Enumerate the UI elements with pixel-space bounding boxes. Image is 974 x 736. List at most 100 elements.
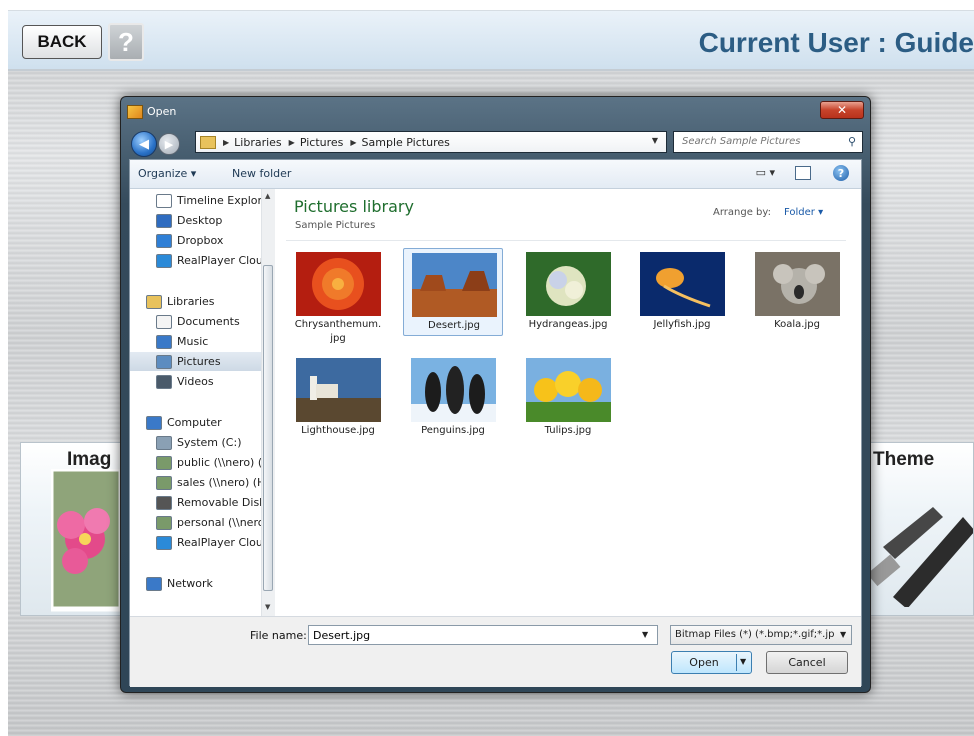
chevron-down-icon[interactable]: ▼ xyxy=(642,630,648,639)
new-folder-button[interactable]: New folder xyxy=(232,167,291,180)
nav-item-label: Documents xyxy=(177,315,240,328)
theme-card[interactable]: Theme xyxy=(862,442,974,616)
file-name-input[interactable] xyxy=(308,625,658,645)
file-item[interactable]: Chrysanthemum. jpg xyxy=(288,248,388,344)
network-drive-icon xyxy=(156,475,172,490)
file-item[interactable]: Desert.jpg xyxy=(403,248,503,336)
chevron-down-icon[interactable]: ▼ xyxy=(740,657,746,666)
breadcrumb-pictures[interactable]: Pictures xyxy=(300,136,344,149)
nav-item[interactable]: Timeline Explore xyxy=(130,191,274,210)
scroll-up-icon[interactable]: ▲ xyxy=(265,192,270,200)
nav-item[interactable]: personal (\\nero xyxy=(130,513,274,532)
scroll-thumb[interactable] xyxy=(263,265,273,591)
help-button[interactable]: ? xyxy=(108,23,144,61)
nav-item[interactable]: Desktop xyxy=(130,211,274,230)
cancel-button[interactable]: Cancel xyxy=(766,651,848,674)
document-icon xyxy=(156,193,172,208)
breadcrumb-chevron-icon: ▶ xyxy=(288,137,295,147)
file-item[interactable]: Penguins.jpg xyxy=(403,354,503,442)
organize-button[interactable]: Organize ▾ xyxy=(138,167,196,180)
file-thumbnail xyxy=(526,358,611,422)
desktop-icon xyxy=(156,213,172,228)
file-item[interactable]: Koala.jpg xyxy=(747,248,847,336)
nav-item[interactable]: sales (\\nero) (H xyxy=(130,473,274,492)
theme-card-label: Theme xyxy=(873,449,935,470)
image-card-label: Imag xyxy=(67,449,112,470)
nav-item[interactable]: Videos xyxy=(130,372,274,391)
pictures-icon xyxy=(156,354,172,369)
split-divider xyxy=(736,654,737,671)
image-card[interactable]: Imag xyxy=(20,442,130,616)
nav-item[interactable]: Documents xyxy=(130,312,274,331)
content-divider xyxy=(286,240,846,241)
chevron-down-icon[interactable]: ▼ xyxy=(652,136,658,145)
nav-item[interactable]: Computer xyxy=(130,413,274,432)
nav-item[interactable]: Network xyxy=(130,574,274,593)
scroll-down-icon[interactable]: ▼ xyxy=(265,603,270,611)
search-icon[interactable]: ⚲ xyxy=(848,135,856,148)
file-name: Desert.jpg xyxy=(428,320,480,331)
nav-item[interactable]: RealPlayer Cloud xyxy=(130,533,274,552)
open-button-label: Open xyxy=(689,656,719,669)
back-arrow-icon[interactable]: ◀ xyxy=(131,131,157,157)
file-name: Jellyfish.jpg xyxy=(653,319,711,330)
videos-icon xyxy=(156,374,172,389)
realplayer-icon xyxy=(156,535,172,550)
nav-item-label: Timeline Explore xyxy=(177,194,269,207)
help-icon[interactable]: ? xyxy=(833,165,849,181)
open-button[interactable]: Open ▼ xyxy=(671,651,752,674)
close-button[interactable]: ✕ xyxy=(820,101,864,119)
file-name: Lighthouse.jpg xyxy=(301,425,375,436)
forward-arrow-icon[interactable]: ▶ xyxy=(158,133,180,155)
nav-item[interactable]: Libraries xyxy=(130,292,274,311)
dialog-toolbar: Organize ▾ New folder ▭ ▾ ? xyxy=(130,160,861,189)
nav-item-label: RealPlayer Cloud xyxy=(177,254,270,267)
nav-item[interactable]: public (\\nero) ( xyxy=(130,453,274,472)
nav-item-label: Computer xyxy=(167,416,222,429)
file-thumbnail xyxy=(755,252,840,316)
usb-device-icon xyxy=(867,507,973,607)
search-input[interactable] xyxy=(680,135,844,148)
nav-item[interactable]: System (C:) xyxy=(130,433,274,452)
computer-icon xyxy=(146,415,162,430)
chevron-down-icon[interactable]: ▼ xyxy=(840,630,846,639)
file-name: Hydrangeas.jpg xyxy=(528,319,608,330)
arrange-by-dropdown[interactable]: Folder ▾ xyxy=(784,207,823,218)
library-subtitle: Sample Pictures xyxy=(295,220,376,231)
music-icon xyxy=(156,334,172,349)
file-name: Koala.jpg xyxy=(774,319,820,330)
open-file-dialog: Open ✕ ◀ ▶ ▶ Libraries ▶ Pictures ▶ Samp… xyxy=(120,96,871,693)
file-thumbnail xyxy=(526,252,611,316)
nav-item[interactable]: Removable Disk xyxy=(130,493,274,512)
file-type-select[interactable]: Bitmap Files (*) (*.bmp;*.gif;*.jp xyxy=(670,625,852,645)
nav-item[interactable]: Pictures xyxy=(130,352,274,371)
arrange-by-label: Arrange by: xyxy=(713,207,771,218)
nav-item[interactable]: RealPlayer Cloud xyxy=(130,251,274,270)
nav-item[interactable]: Music xyxy=(130,332,274,351)
removable-disk-icon xyxy=(156,495,172,510)
nav-item-label: Videos xyxy=(177,375,214,388)
network-icon xyxy=(146,576,162,591)
libraries-icon xyxy=(146,294,162,309)
file-name: Chrysanthemum. jpg xyxy=(294,319,382,344)
preview-pane-icon[interactable] xyxy=(795,166,811,180)
network-drive-icon xyxy=(156,455,172,470)
address-bar[interactable]: ▶ Libraries ▶ Pictures ▶ Sample Pictures… xyxy=(195,131,667,153)
search-box[interactable]: ⚲ xyxy=(673,131,863,153)
file-item[interactable]: Jellyfish.jpg xyxy=(632,248,732,336)
file-name-label: File name: xyxy=(250,629,307,642)
dialog-body: Organize ▾ New folder ▭ ▾ ? Timeline Exp… xyxy=(129,159,862,687)
change-view-icon[interactable]: ▭ ▾ xyxy=(756,166,775,179)
back-button[interactable]: BACK xyxy=(22,25,102,59)
breadcrumb-libraries[interactable]: Libraries xyxy=(234,136,282,149)
file-item[interactable]: Tulips.jpg xyxy=(518,354,618,442)
file-item[interactable]: Hydrangeas.jpg xyxy=(518,248,618,336)
file-item[interactable]: Lighthouse.jpg xyxy=(288,354,388,442)
breadcrumb-sample-pictures[interactable]: Sample Pictures xyxy=(362,136,450,149)
nav-item-label: Pictures xyxy=(177,355,221,368)
nav-item[interactable]: Dropbox xyxy=(130,231,274,250)
nav-scrollbar[interactable]: ▲ ▼ xyxy=(261,189,275,616)
realplayer-icon xyxy=(156,253,172,268)
top-bar: BACK ? Current User : Guide xyxy=(8,10,974,71)
drive-icon xyxy=(156,435,172,450)
